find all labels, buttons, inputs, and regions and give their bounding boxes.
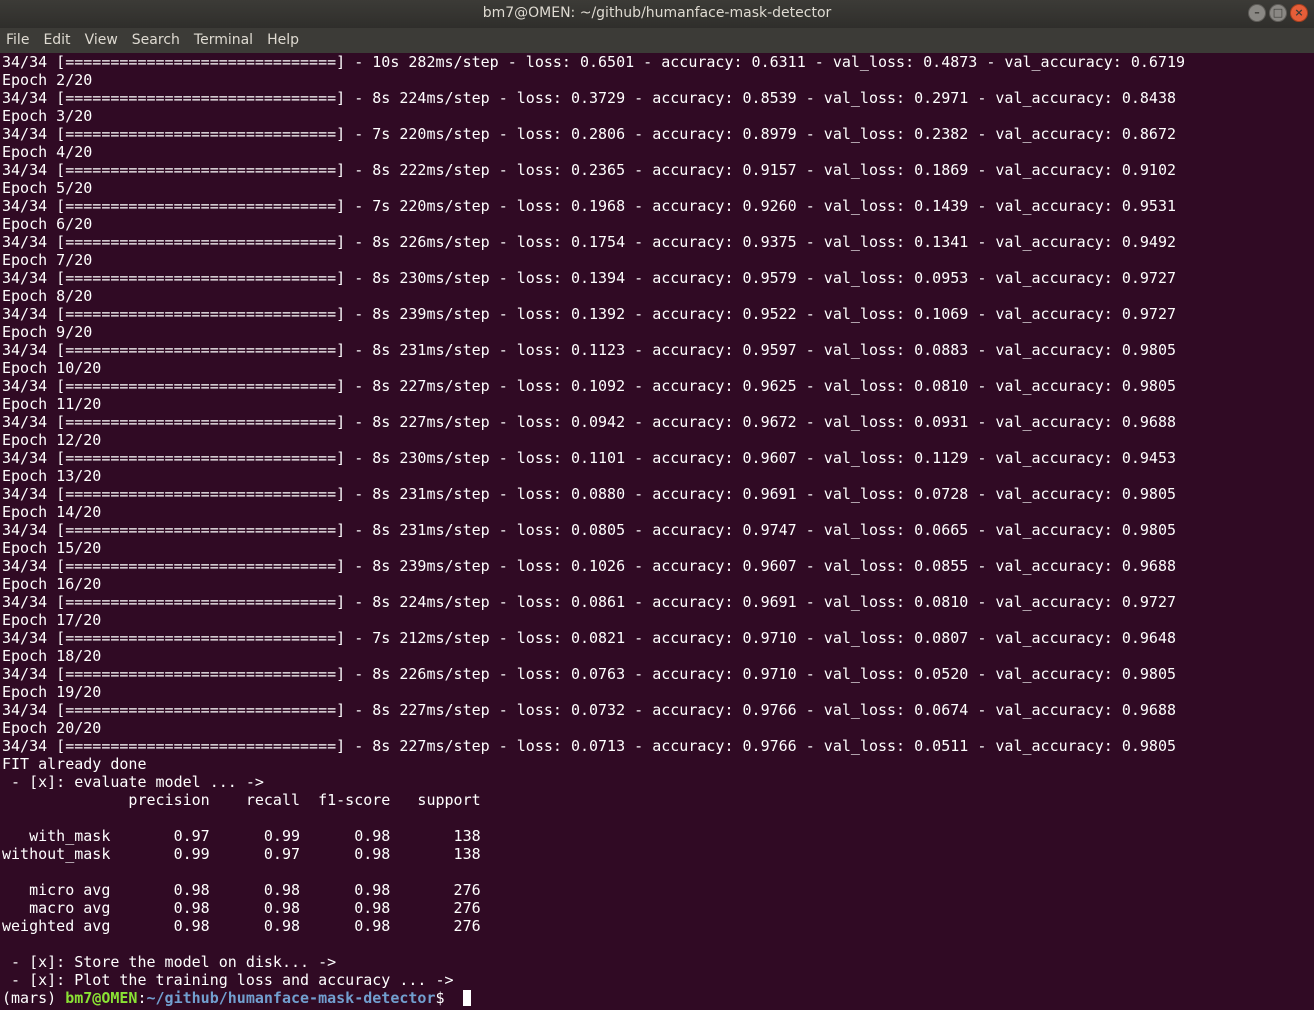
- terminal-line: Epoch 10/20: [2, 359, 102, 377]
- menu-bar: File Edit View Search Terminal Help: [0, 28, 1314, 53]
- terminal-line: 34/34 [==============================] -…: [2, 269, 1176, 287]
- prompt-env: (mars): [2, 989, 66, 1007]
- window-title: bm7@OMEN: ~/github/humanface-mask-detect…: [482, 5, 832, 21]
- terminal-lines: 34/34 [==============================] -…: [2, 53, 1314, 989]
- terminal-line: Epoch 5/20: [2, 179, 93, 197]
- text-cursor: [462, 990, 471, 1006]
- terminal-line: - [x]: evaluate model ... ->: [2, 773, 264, 791]
- terminal-line: Epoch 8/20: [2, 287, 93, 305]
- terminal-line: macro avg 0.98 0.98 0.98 276: [2, 899, 481, 917]
- terminal-line: 34/34 [==============================] -…: [2, 125, 1176, 143]
- terminal-line: 34/34 [==============================] -…: [2, 161, 1176, 179]
- terminal-line: with_mask 0.97 0.99 0.98 138: [2, 827, 481, 845]
- terminal-line: 34/34 [==============================] -…: [2, 197, 1176, 215]
- terminal-line: Epoch 6/20: [2, 215, 93, 233]
- terminal-line: precision recall f1-score support: [2, 791, 481, 809]
- terminal-line: 34/34 [==============================] -…: [2, 737, 1176, 755]
- maximize-icon[interactable]: □: [1269, 4, 1287, 22]
- menu-view[interactable]: View: [79, 28, 126, 53]
- prompt-separator: :: [137, 989, 147, 1007]
- terminal-line: Epoch 15/20: [2, 539, 102, 557]
- terminal-output[interactable]: 34/34 [==============================] -…: [0, 53, 1314, 1010]
- terminal-line: 34/34 [==============================] -…: [2, 233, 1176, 251]
- terminal-line: 34/34 [==============================] -…: [2, 53, 1186, 71]
- menu-search[interactable]: Search: [126, 28, 188, 53]
- terminal-line: - [x]: Store the model on disk... ->: [2, 953, 337, 971]
- terminal-line: Epoch 17/20: [2, 611, 102, 629]
- terminal-line: weighted avg 0.98 0.98 0.98 276: [2, 917, 481, 935]
- prompt-user-host: bm7@OMEN: [65, 989, 138, 1007]
- terminal-line: 34/34 [==============================] -…: [2, 89, 1176, 107]
- terminal-line: 34/34 [==============================] -…: [2, 449, 1176, 467]
- prompt-dollar: $: [435, 989, 454, 1007]
- shell-prompt[interactable]: (mars) bm7@OMEN:~/github/humanface-mask-…: [2, 989, 1314, 1007]
- terminal-line: 34/34 [==============================] -…: [2, 521, 1176, 539]
- title-bar[interactable]: bm7@OMEN: ~/github/humanface-mask-detect…: [0, 0, 1314, 28]
- terminal-line: without_mask 0.99 0.97 0.98 138: [2, 845, 481, 863]
- terminal-line: Epoch 11/20: [2, 395, 102, 413]
- terminal-line: micro avg 0.98 0.98 0.98 276: [2, 881, 481, 899]
- terminal-line: Epoch 14/20: [2, 503, 102, 521]
- terminal-line: 34/34 [==============================] -…: [2, 557, 1176, 575]
- terminal-line: FIT already done: [2, 755, 147, 773]
- terminal-window: bm7@OMEN: ~/github/humanface-mask-detect…: [0, 0, 1314, 1010]
- terminal-line: Epoch 18/20: [2, 647, 102, 665]
- terminal-line: Epoch 20/20: [2, 719, 102, 737]
- terminal-line: 34/34 [==============================] -…: [2, 305, 1176, 323]
- minimize-icon[interactable]: –: [1248, 4, 1266, 22]
- prompt-path: ~/github/humanface-mask-detector: [146, 989, 436, 1007]
- terminal-line: - [x]: Plot the training loss and accura…: [2, 971, 454, 989]
- terminal-line: 34/34 [==============================] -…: [2, 665, 1176, 683]
- terminal-line: Epoch 12/20: [2, 431, 102, 449]
- terminal-line: 34/34 [==============================] -…: [2, 593, 1176, 611]
- terminal-line: 34/34 [==============================] -…: [2, 701, 1176, 719]
- terminal-line: Epoch 16/20: [2, 575, 102, 593]
- terminal-line: 34/34 [==============================] -…: [2, 341, 1176, 359]
- terminal-line: Epoch 13/20: [2, 467, 102, 485]
- terminal-line: 34/34 [==============================] -…: [2, 377, 1176, 395]
- terminal-line: 34/34 [==============================] -…: [2, 485, 1176, 503]
- terminal-line: 34/34 [==============================] -…: [2, 629, 1176, 647]
- menu-help[interactable]: Help: [261, 28, 307, 53]
- terminal-line: Epoch 4/20: [2, 143, 93, 161]
- terminal-line: Epoch 19/20: [2, 683, 102, 701]
- close-icon[interactable]: ×: [1290, 4, 1308, 22]
- window-controls: – □ ×: [1248, 4, 1308, 22]
- terminal-line: 34/34 [==============================] -…: [2, 413, 1176, 431]
- menu-terminal[interactable]: Terminal: [188, 28, 261, 53]
- terminal-line: Epoch 9/20: [2, 323, 93, 341]
- menu-edit[interactable]: Edit: [37, 28, 78, 53]
- terminal-line: Epoch 3/20: [2, 107, 93, 125]
- terminal-line: Epoch 2/20: [2, 71, 93, 89]
- terminal-line: Epoch 7/20: [2, 251, 93, 269]
- menu-file[interactable]: File: [0, 28, 37, 53]
